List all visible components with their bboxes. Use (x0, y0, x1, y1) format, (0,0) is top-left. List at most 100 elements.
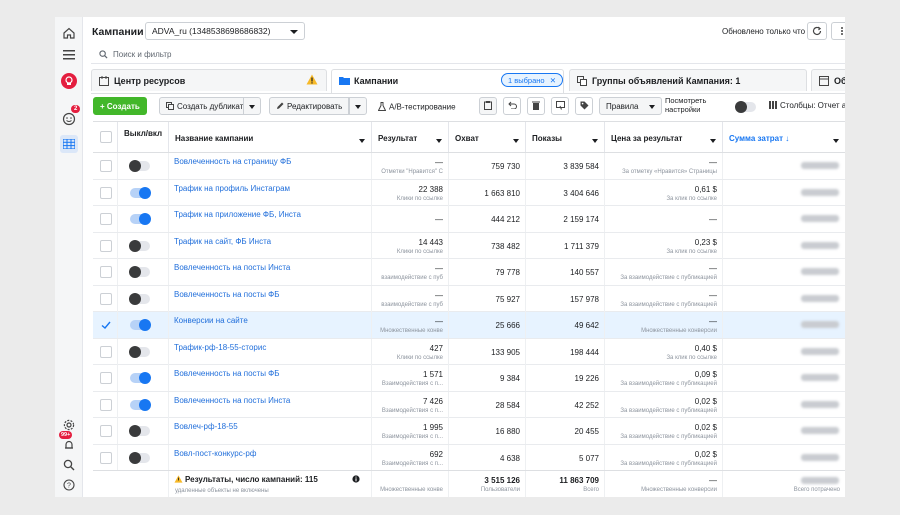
row-checkbox[interactable] (100, 160, 112, 172)
delete-button[interactable] (527, 97, 545, 115)
tag-button[interactable] (575, 97, 593, 115)
campaign-toggle[interactable] (129, 160, 150, 172)
column-header-spend[interactable]: Сумма затрат ↓ (723, 122, 845, 152)
tab-ads[interactable]: Об (811, 69, 845, 91)
table-row[interactable]: Вовлеченность на страницу ФБ — Отметки "Нр… (93, 153, 845, 180)
campaign-toggle[interactable] (129, 451, 150, 464)
rules-button[interactable]: Правила (599, 97, 662, 115)
search-icon[interactable] (61, 457, 77, 473)
row-checkbox[interactable] (100, 266, 112, 278)
row-checkbox[interactable] (100, 425, 112, 437)
campaign-name-link[interactable]: Трафик на сайт, ФБ Инста (174, 237, 271, 246)
campaign-toggle[interactable] (129, 292, 150, 305)
search-filter-bar[interactable]: Поиск и фильтр (91, 46, 845, 64)
campaign-toggle[interactable] (129, 345, 150, 358)
create-button[interactable]: + Создать (93, 97, 147, 115)
edit-dropdown[interactable] (349, 97, 367, 115)
help-icon[interactable]: ? (61, 477, 77, 493)
campaign-toggle[interactable] (129, 425, 150, 437)
duplicate-button[interactable]: Создать дубликат (159, 97, 251, 115)
clipboard-button[interactable] (479, 97, 497, 115)
more-options-button[interactable] (831, 22, 845, 40)
campaign-toggle[interactable] (130, 398, 151, 411)
table-row[interactable]: Трафик на профиль Инстаграм 22 388 Клики п… (93, 179, 845, 206)
row-checkbox[interactable] (100, 239, 112, 252)
column-header-toggle[interactable]: Выкл/вкл (118, 122, 169, 152)
table-row[interactable]: Вовлеченность на посты ФБ 1 571 Взаимодейс… (93, 365, 845, 392)
campaign-name-link[interactable]: Вовлеченность на посты Инста (174, 263, 290, 272)
column-header-name[interactable]: Название кампании (169, 122, 372, 152)
tab-campaigns-label: Кампании (354, 76, 399, 86)
duplicate-dropdown[interactable] (243, 97, 261, 115)
campaign-name-link[interactable]: Трафик на приложение ФБ, Инста (174, 210, 301, 219)
ab-test-button[interactable]: А/В-тестирование (371, 97, 463, 115)
campaign-name-link[interactable]: Трафик на профиль Инстаграм (174, 184, 290, 193)
campaign-name-link[interactable]: Вовлеченность на посты ФБ (174, 369, 280, 378)
preview-button[interactable] (551, 97, 569, 115)
row-checkbox[interactable] (100, 345, 112, 358)
table-row[interactable]: Трафик-рф-18-55-сторис 427 Клики по ссылке… (93, 338, 845, 365)
tab-resources[interactable]: Центр ресурсов (91, 69, 327, 91)
campaign-name-link[interactable]: Вовлеч-рф-18-55 (174, 422, 238, 431)
campaigns-table-icon[interactable] (60, 135, 78, 153)
campaign-name-link[interactable]: Вовл-пост-конкурс-рф (174, 449, 256, 458)
campaign-name-link[interactable]: Конверсии на сайте (174, 316, 248, 325)
row-result-cell-value: — (435, 317, 443, 326)
close-icon[interactable]: ✕ (550, 76, 556, 85)
notifications-icon[interactable]: 2 (61, 105, 81, 127)
column-header-impressions[interactable]: Показы (526, 122, 605, 152)
column-header-reach[interactable]: Охват (449, 122, 526, 152)
row-checkbox[interactable] (100, 319, 112, 331)
row-checkbox[interactable] (100, 292, 112, 305)
campaign-toggle[interactable] (130, 186, 151, 199)
view-settings-toggle[interactable] (735, 101, 756, 113)
account-avatar[interactable] (61, 73, 77, 89)
table-row[interactable]: Вовл-пост-конкурс-рф 692 Взаимодействия с … (93, 444, 845, 471)
campaign-toggle[interactable] (129, 239, 150, 252)
campaign-toggle[interactable] (130, 213, 151, 225)
columns-button[interactable]: Столбцы: Отчет ад (763, 97, 845, 115)
row-checkbox[interactable] (100, 213, 112, 225)
row-checkbox[interactable] (100, 186, 112, 199)
account-name: ADVA_ru (134853869868683​2) (152, 26, 271, 36)
top-bar: Кампании ADVA_ru (134853869868683​2) Обн… (83, 17, 845, 45)
select-all-checkbox[interactable] (100, 131, 112, 143)
menu-icon[interactable] (61, 47, 77, 63)
column-header-cost-per-result[interactable]: Цена за результат (605, 122, 723, 152)
row-checkbox[interactable] (100, 372, 112, 384)
undo-icon (507, 101, 517, 110)
info-icon[interactable] (352, 475, 360, 485)
row-checkbox[interactable] (100, 451, 112, 464)
table-row[interactable]: Трафик на приложение ФБ, Инста — 444 212 2 … (93, 206, 845, 233)
table-row[interactable]: Вовлеченность на посты Инста 7 426 Взаимод… (93, 391, 845, 418)
campaign-name-link[interactable]: Вовлеченность на посты Инста (174, 396, 290, 405)
undo-button[interactable] (503, 97, 521, 115)
row-cpr-cell: 0,02 $ За взаимодействие с публикацией (605, 391, 723, 418)
campaign-name-link[interactable]: Вовлеченность на страницу ФБ (174, 157, 291, 166)
view-settings-link[interactable]: Посмотреть настройки (665, 96, 706, 114)
column-header-result[interactable]: Результат (372, 122, 449, 152)
table-row[interactable]: Конверсии на сайте — Множественные конве 25… (93, 312, 845, 339)
campaign-name-link[interactable]: Трафик-рф-18-55-сторис (174, 343, 266, 352)
row-impressions-cell-value: 2 159 174 (563, 215, 599, 224)
table-row[interactable]: Вовлеченность на посты Инста — взаимодейст… (93, 259, 845, 286)
campaign-toggle[interactable] (130, 319, 151, 331)
campaign-toggle[interactable] (129, 266, 150, 278)
footer-spacer (93, 471, 169, 497)
search-input[interactable]: Поиск и фильтр (113, 50, 171, 59)
row-result-cell-value: 22 388 (418, 184, 443, 194)
tab-campaigns[interactable]: Кампании 1 выбрано ✕ (331, 69, 564, 93)
campaign-toggle[interactable] (130, 372, 151, 384)
refresh-button[interactable] (807, 22, 827, 40)
table-row[interactable]: Трафик на сайт, ФБ Инста 14 443 Клики по с… (93, 232, 845, 259)
table-row[interactable]: Вовлеченность на посты ФБ — взаимодействие… (93, 285, 845, 312)
campaign-name-link[interactable]: Вовлеченность на посты ФБ (174, 290, 280, 299)
home-icon[interactable] (61, 25, 77, 41)
alerts-bell-icon[interactable]: 99+ (59, 431, 77, 453)
selected-chip[interactable]: 1 выбрано ✕ (501, 73, 563, 87)
table-row[interactable]: Вовлеч-рф-18-55 1 995 Взаимодействия с п..… (93, 418, 845, 445)
tab-adsets[interactable]: Группы объявлений Кампания: 1 (569, 69, 807, 91)
account-selector[interactable]: ADVA_ru (134853869868683​2) (145, 22, 305, 40)
row-checkbox[interactable] (100, 398, 112, 411)
edit-button[interactable]: Редактировать (269, 97, 350, 115)
